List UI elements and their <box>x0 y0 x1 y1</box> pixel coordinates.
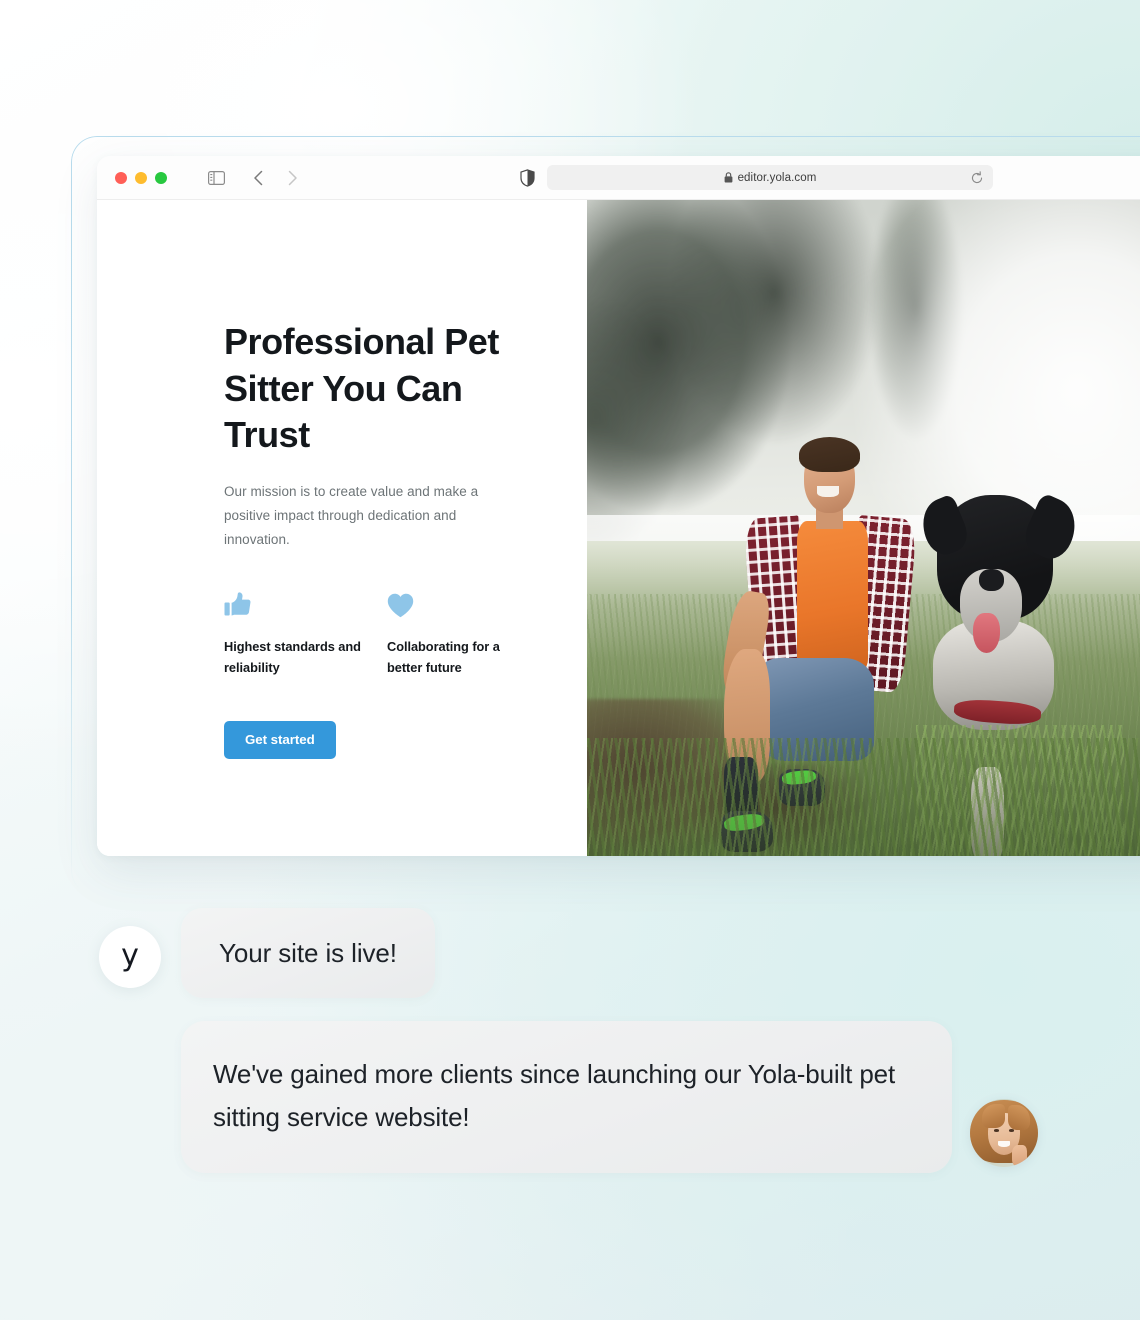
testimonial-section: y Your site is live! We've gained more c… <box>0 890 1140 1173</box>
avatar-fringe-right <box>1008 1105 1030 1130</box>
website-preview: Professional Pet Sitter You Can Trust Ou… <box>97 200 1140 856</box>
hero-subtitle: Our mission is to create value and make … <box>224 483 479 547</box>
get-started-button[interactable]: Get started <box>224 720 336 759</box>
avatar-hand <box>1012 1145 1028 1166</box>
chat-row-system: y Your site is live! <box>0 890 1140 998</box>
avatar-eye-right <box>1008 1128 1015 1132</box>
browser-nav-controls <box>201 165 307 191</box>
browser-toolbar: editor.yola.com <box>97 156 1140 200</box>
hero-photo-illustration <box>587 200 1140 856</box>
photo-man-smile <box>817 486 839 497</box>
chat-bubble-site-live: Your site is live! <box>181 908 435 998</box>
chevron-right-icon <box>288 170 297 185</box>
lock-icon <box>724 172 732 183</box>
feature-item-collaborating: Collaborating for a better future <box>387 588 550 679</box>
hero-text-column: Professional Pet Sitter You Can Trust Ou… <box>97 200 587 856</box>
photo-dog-tongue <box>972 612 1000 654</box>
browser-window: editor.yola.com Professional Pet Sitter … <box>97 156 1140 856</box>
sidebar-toggle-button[interactable] <box>201 165 231 191</box>
feature-item-standards: Highest standards and reliability <box>224 588 387 679</box>
close-window-button[interactable] <box>115 171 127 184</box>
photo-man-hair <box>798 436 860 472</box>
chevron-left-icon <box>253 170 262 185</box>
minimize-window-button[interactable] <box>135 171 147 184</box>
maximize-window-button[interactable] <box>155 171 167 184</box>
feature-label-collaborating: Collaborating for a better future <box>387 638 500 676</box>
page-title: Professional Pet Sitter You Can Trust <box>224 321 499 455</box>
feature-list: Highest standards and reliability Collab… <box>224 588 587 679</box>
photo-man-orange-shirt <box>797 521 868 670</box>
reload-button[interactable] <box>970 170 984 185</box>
avatar-fringe-left <box>982 1104 1006 1128</box>
back-button[interactable] <box>243 165 273 191</box>
privacy-shield-icon <box>519 168 535 187</box>
testimonial-avatar <box>970 1099 1038 1167</box>
forward-button[interactable] <box>277 165 307 191</box>
hero-photo <box>587 200 1140 856</box>
url-display: editor.yola.com <box>724 172 817 184</box>
address-area: editor.yola.com <box>517 165 993 190</box>
window-traffic-lights[interactable] <box>115 171 167 184</box>
privacy-report-button[interactable] <box>517 167 537 189</box>
chat-row-testimonial: We've gained more clients since launchin… <box>0 1021 1140 1173</box>
chat-bubble-testimonial: We've gained more clients since launchin… <box>181 1021 952 1173</box>
yola-logo-letter: y <box>121 938 139 973</box>
photo-foreground-grass <box>587 737 1140 856</box>
feature-label-standards: Highest standards and reliability <box>224 638 361 676</box>
sidebar-toggle-icon <box>207 170 225 185</box>
avatar-smile <box>997 1141 1011 1147</box>
address-bar[interactable]: editor.yola.com <box>547 165 993 190</box>
thumbs-up-icon <box>224 588 387 618</box>
url-text: editor.yola.com <box>737 171 817 184</box>
avatar-eye-left <box>993 1128 1000 1132</box>
heart-icon <box>387 588 550 618</box>
photo-dog-nose <box>978 568 1004 591</box>
yola-logo-avatar: y <box>99 926 161 988</box>
